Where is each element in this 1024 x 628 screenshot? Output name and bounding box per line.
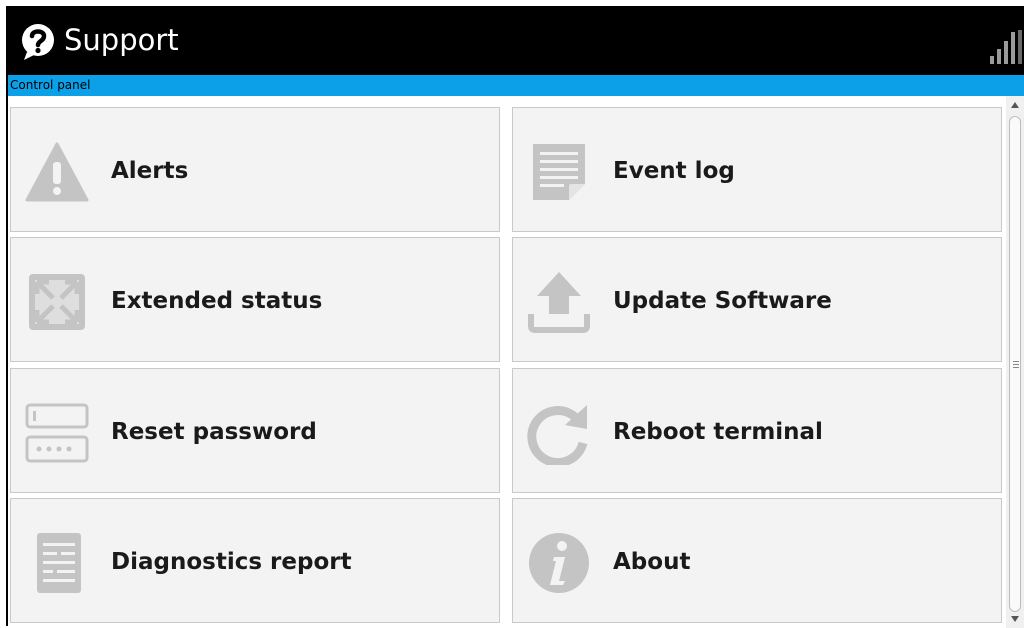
tile-label: Extended status [111,287,323,314]
document-log-icon [533,144,585,200]
scroll-up-arrow-icon[interactable] [1010,100,1020,110]
control-panel-grid: Alerts Event log Extended status Update … [8,96,1024,628]
reboot-arrow-icon [527,405,588,465]
report-sheet-icon [37,533,81,593]
tile-label: Reset password [111,418,317,445]
tile-label: About [613,548,691,575]
tile-event-log[interactable]: Event log [512,107,1002,232]
breadcrumb[interactable]: Control panel [10,77,90,93]
support-question-icon [22,24,54,60]
vertical-scrollbar[interactable] [1006,96,1024,628]
tile-reboot-terminal[interactable]: Reboot terminal [512,368,1002,493]
signal-strength-icon [990,30,1022,64]
scroll-down-arrow-icon[interactable] [1010,614,1020,624]
tile-label: Reboot terminal [613,418,823,445]
app-window: Support Control panel Alerts Event log E… [6,6,1024,628]
scroll-thumb[interactable] [1009,116,1021,612]
expand-arrows-icon [29,274,85,330]
tile-diagnostics-report[interactable]: Diagnostics report [10,498,500,623]
tile-extended-status[interactable]: Extended status [10,237,500,362]
tile-label: Update Software [613,287,832,314]
tile-reset-password[interactable]: Reset password [10,368,500,493]
tile-update-software[interactable]: Update Software [512,237,1002,362]
breadcrumb-bar: Control panel [8,75,1024,96]
title-bar: Support [8,8,1024,75]
tile-label: Alerts [111,157,189,184]
tile-about[interactable]: About [512,498,1002,623]
upload-arrow-icon [528,272,590,333]
password-field-icon [25,403,89,463]
tile-label: Diagnostics report [111,548,352,575]
tile-alerts[interactable]: Alerts [10,107,500,232]
scroll-grip-icon [1013,361,1019,370]
page-title: Support [64,23,179,57]
warning-triangle-icon [25,142,89,202]
info-icon [529,533,589,593]
tile-label: Event log [613,157,735,184]
